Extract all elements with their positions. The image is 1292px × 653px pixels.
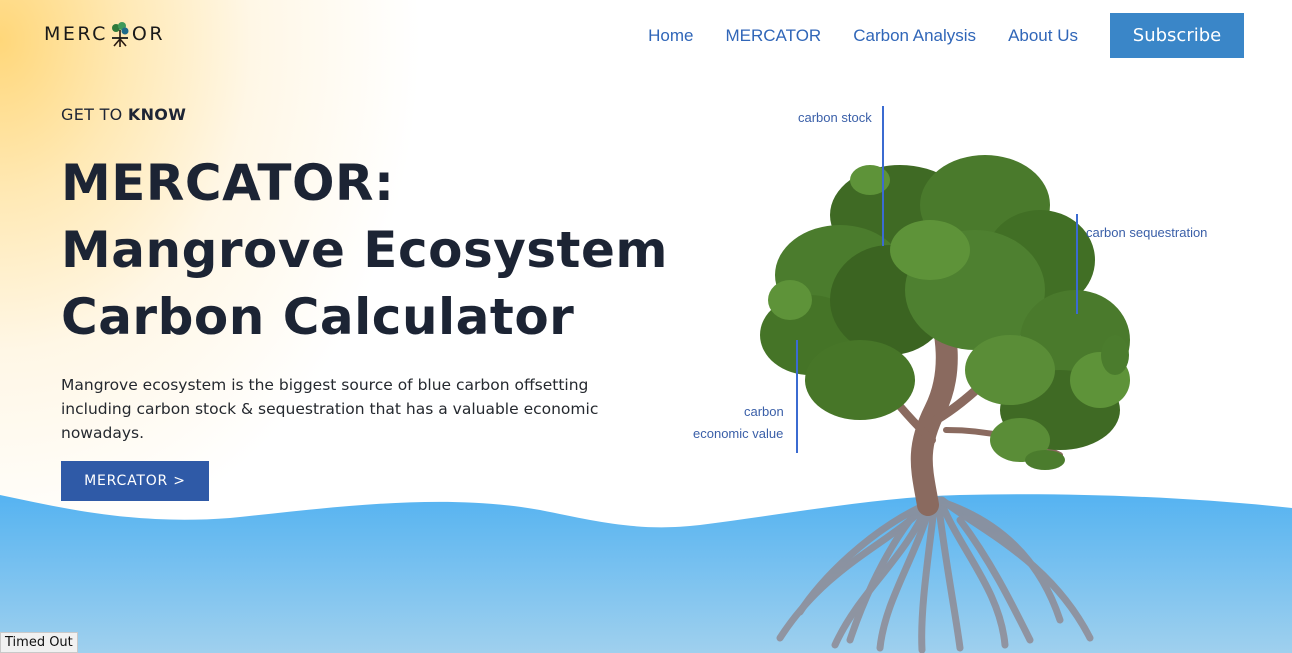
brand-logo[interactable]: MERC OR xyxy=(44,22,166,47)
nav-about-us[interactable]: About Us xyxy=(1008,26,1078,46)
main-nav: Home MERCATOR Carbon Analysis About Us S… xyxy=(648,13,1244,58)
page-title: MERCATOR: Mangrove Ecosystem Carbon Calc… xyxy=(61,150,668,351)
status-badge: Timed Out xyxy=(0,632,78,653)
label-carbon-stock: carbon stock xyxy=(798,110,872,125)
callout-line-economic xyxy=(796,340,798,453)
nav-mercator[interactable]: MERCATOR xyxy=(726,26,822,46)
label-carbon-economic-line2: economic value xyxy=(693,426,784,441)
hero-section: GET TO KNOW MERCATOR: Mangrove Ecosystem… xyxy=(61,105,668,501)
mangrove-tree-icon xyxy=(110,22,130,47)
label-carbon-sequestration: carbon sequestration xyxy=(1086,225,1208,240)
mangrove-roots xyxy=(776,496,1094,653)
title-line-2: Mangrove Ecosystem xyxy=(61,221,668,279)
mangrove-foliage xyxy=(760,155,1130,470)
callout-line-sequestration xyxy=(1076,214,1078,314)
eyebrow-prefix: GET TO xyxy=(61,105,128,124)
hero-eyebrow: GET TO KNOW xyxy=(61,105,661,124)
site-header: MERC OR Home MERCATOR Carbon Analysis Ab… xyxy=(0,0,1292,70)
nav-carbon-analysis[interactable]: Carbon Analysis xyxy=(853,26,976,46)
nav-home[interactable]: Home xyxy=(648,26,693,46)
eyebrow-bold: KNOW xyxy=(127,105,187,124)
logo-text-right: OR xyxy=(131,23,166,45)
subscribe-button[interactable]: Subscribe xyxy=(1110,13,1244,58)
title-line-1: MERCATOR: xyxy=(61,154,395,212)
label-carbon-economic-line1: carbon xyxy=(744,404,784,419)
callout-line-stock xyxy=(882,106,884,246)
mercator-cta-button[interactable]: MERCATOR > xyxy=(61,461,209,501)
hero-description: Mangrove ecosystem is the biggest source… xyxy=(61,376,599,442)
logo-text-left: MERC xyxy=(44,23,108,45)
title-line-3: Carbon Calculator xyxy=(61,288,575,346)
